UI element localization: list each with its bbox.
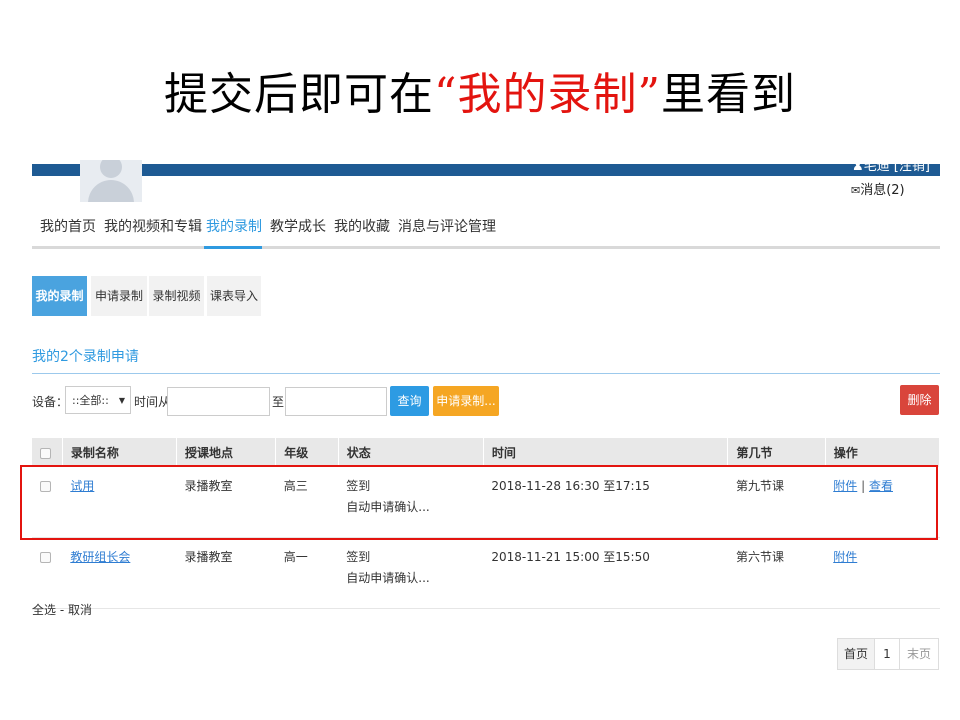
nav-item-messages-comments[interactable]: 消息与评论管理 [398, 216, 496, 238]
header-grade: 年级 [275, 438, 339, 467]
nav-item-teaching-growth[interactable]: 教学成长 [270, 216, 326, 238]
cell-period: 第九节课 [727, 467, 826, 538]
table-header-row: 录制名称 授课地点 年级 状态 时间 第几节 操作 [32, 438, 941, 467]
status-auto-confirm: 自动申请确认... [346, 500, 430, 514]
header-location: 授课地点 [176, 438, 277, 467]
cell-location: 录播教室 [176, 467, 276, 538]
row-checkbox-cell [32, 537, 63, 609]
status-checkin: 签到 [346, 550, 371, 564]
section-title: 我的2个录制申请 [32, 349, 139, 365]
cell-name: 试用 [62, 467, 177, 538]
status-checkin: 签到 [346, 479, 371, 493]
time-from-input[interactable] [167, 387, 270, 416]
cell-name: 教研组长会 [62, 537, 177, 609]
table-row: 试用 录播教室 高三 签到自动申请确认... 2018-11-28 16:30 … [32, 467, 940, 538]
cell-status: 签到自动申请确认... [338, 467, 484, 538]
select-all-checkbox[interactable] [40, 447, 51, 459]
nav-item-videos-albums[interactable]: 我的视频和专辑 [104, 216, 202, 238]
delete-button[interactable]: 删除 [900, 385, 939, 415]
recordings-table: 录制名称 授课地点 年级 状态 时间 第几节 操作 试用 录播教室 高三 签到自… [32, 438, 941, 609]
cell-period: 第六节课 [727, 537, 826, 609]
row-checkbox[interactable] [40, 552, 51, 563]
main-nav: 我的首页 我的视频和专辑 我的录制 教学成长 我的收藏 消息与评论管理 [32, 216, 940, 249]
messages-link[interactable]: ✉消息(2) [851, 179, 905, 198]
cell-status: 签到自动申请确认... [338, 537, 484, 609]
apply-recording-button[interactable]: 申请录制... [433, 386, 499, 416]
cell-actions: 附件 | 查看 [825, 467, 940, 538]
caret-down-icon: ▼ [118, 396, 125, 405]
time-from-label: 时间从 [134, 395, 171, 409]
nav-item-favorites[interactable]: 我的收藏 [334, 216, 390, 238]
slide-title-highlight: “我的录制” [434, 69, 661, 120]
user-account-link[interactable]: ♟毛迪 [注销] [852, 159, 930, 175]
page-number-button[interactable]: 1 [875, 639, 900, 669]
header-name: 录制名称 [62, 438, 178, 467]
tab-apply-recording[interactable]: 申请录制 [91, 276, 147, 316]
time-to-label: 至 [272, 395, 285, 409]
select-cancel-bar: 全选 - 取消 [32, 601, 92, 618]
last-page-button[interactable]: 末页 [900, 639, 938, 669]
section-divider [32, 373, 940, 374]
user-icon: ♟ [852, 159, 864, 174]
cell-grade: 高一 [275, 537, 339, 609]
cancel-selection-link[interactable]: 取消 [68, 603, 92, 617]
avatar-head-shape [100, 160, 122, 178]
status-auto-confirm: 自动申请确认... [346, 571, 430, 585]
user-name-logout[interactable]: 毛迪 [注销] [864, 159, 930, 174]
device-label: 设备： [32, 395, 69, 409]
header-time: 时间 [483, 438, 729, 467]
messages-label[interactable]: 消息(2) [860, 183, 904, 198]
slide-title: 提交后即可在“我的录制”里看到 [0, 58, 960, 122]
cell-time: 2018-11-21 15:00 至15:50 [483, 537, 728, 609]
avatar[interactable] [80, 160, 142, 202]
header-actions: 操作 [825, 438, 941, 467]
row-checkbox-cell [32, 467, 63, 538]
select-all-link[interactable]: 全选 [32, 603, 56, 617]
avatar-body-shape [88, 180, 134, 202]
action-separator: | [861, 479, 866, 493]
cell-time: 2018-11-28 16:30 至17:15 [483, 467, 728, 538]
recording-name-link[interactable]: 教研组长会 [70, 550, 130, 564]
envelope-icon: ✉ [851, 184, 861, 197]
row-checkbox[interactable] [40, 481, 51, 492]
site-header-band [32, 164, 940, 176]
header-checkbox-cell [32, 438, 63, 467]
header-status: 状态 [338, 438, 484, 467]
slide-title-prefix: 提交后即可在 [164, 69, 434, 120]
header-period: 第几节 [727, 438, 826, 467]
first-page-button[interactable]: 首页 [838, 639, 875, 669]
cell-actions: 附件 [825, 537, 940, 609]
tab-schedule-import[interactable]: 课表导入 [207, 276, 261, 316]
pagination: 首页 1 末页 [837, 638, 939, 670]
select-separator: - [56, 603, 68, 617]
query-button[interactable]: 查询 [390, 386, 429, 416]
nav-active-indicator [204, 246, 262, 249]
device-select[interactable]: ::全部:: ▼ [65, 386, 131, 414]
tab-recorded-videos[interactable]: 录制视频 [149, 276, 204, 316]
time-to-input[interactable] [285, 387, 387, 416]
cell-grade: 高三 [275, 467, 339, 538]
device-select-value: ::全部:: [72, 394, 109, 407]
attachment-link[interactable]: 附件 [833, 479, 857, 493]
cell-location: 录播教室 [176, 537, 276, 609]
attachment-link[interactable]: 附件 [833, 550, 857, 564]
slide-title-suffix: 里看到 [661, 69, 796, 120]
tab-my-recordings[interactable]: 我的录制 [32, 276, 87, 316]
nav-item-my-recordings[interactable]: 我的录制 [206, 216, 262, 238]
view-link[interactable]: 查看 [869, 479, 893, 493]
table-row: 教研组长会 录播教室 高一 签到自动申请确认... 2018-11-21 15:… [32, 537, 940, 609]
nav-item-home[interactable]: 我的首页 [40, 216, 96, 238]
recording-name-link[interactable]: 试用 [70, 479, 94, 493]
